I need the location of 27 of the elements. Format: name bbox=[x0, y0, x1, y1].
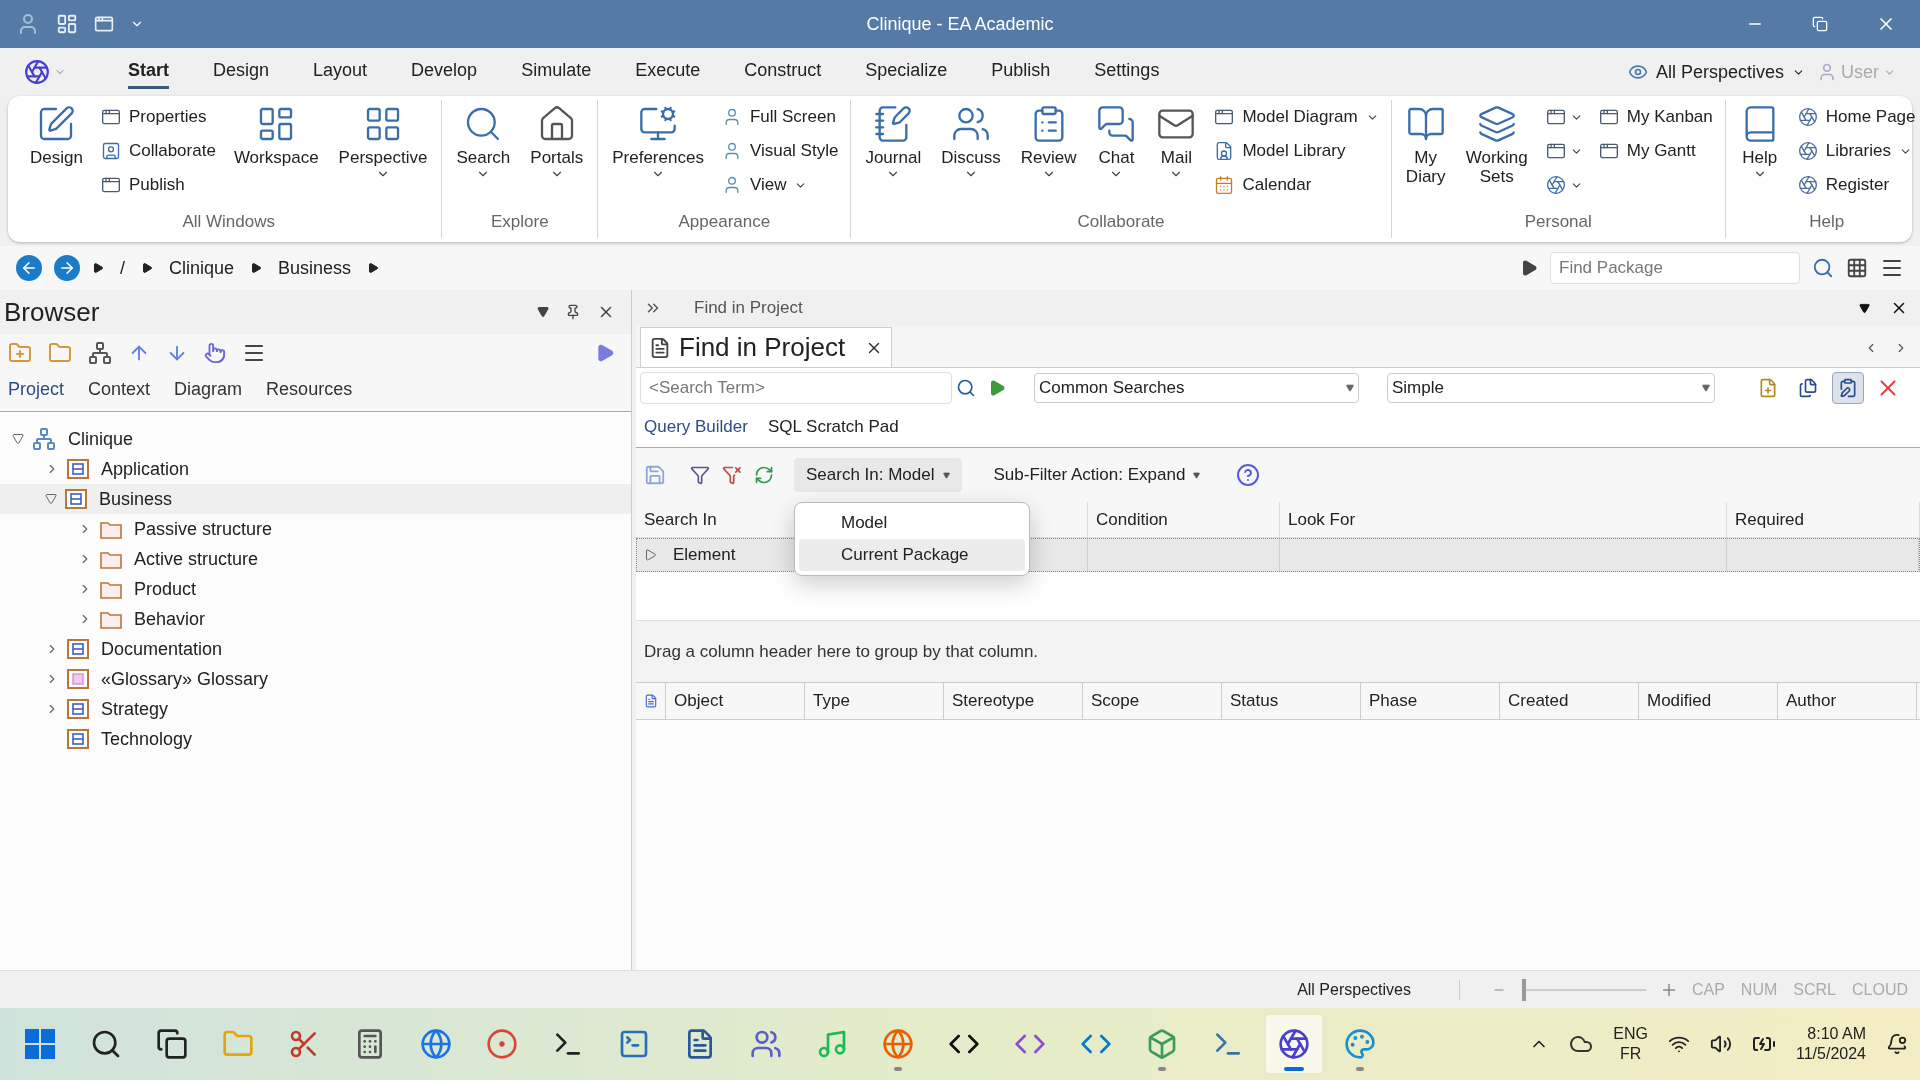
ribbon-group-label: Appearance bbox=[678, 210, 771, 233]
panel-title: Find in Project bbox=[694, 297, 803, 320]
status-indicator: CLOUD bbox=[1852, 979, 1908, 1000]
status-text: All Perspectives bbox=[1297, 979, 1411, 1000]
tree-item-label: Application bbox=[101, 457, 190, 481]
status-indicator: SCRL bbox=[1793, 979, 1836, 1000]
ribbon-group-label: Collaborate bbox=[1077, 210, 1165, 233]
ribbon-group-label: All Windows bbox=[182, 210, 275, 233]
tab-title: Find in Project bbox=[679, 331, 846, 364]
tree-item-label: Technology bbox=[101, 727, 193, 751]
tree-item-label: Product bbox=[134, 577, 197, 601]
panel-title: Browser bbox=[4, 295, 100, 329]
tree-item-label: Passive structure bbox=[134, 517, 273, 541]
ribbon-group-label: Help bbox=[1809, 210, 1845, 233]
tree-item-label: «Glossary» Glossary bbox=[101, 667, 269, 691]
window-title: Clinique - EA Academic bbox=[866, 12, 1054, 36]
group-hint: Drag a column header here to group by that column. bbox=[644, 640, 1039, 663]
tree-item-label: Active structure bbox=[134, 547, 259, 571]
ribbon-group-label: Explore bbox=[491, 210, 549, 233]
tree-item-label: Business bbox=[99, 487, 173, 511]
tree-item-label: Documentation bbox=[101, 637, 223, 661]
tree-item-label: Clinique bbox=[68, 427, 134, 451]
status-indicator: CAP bbox=[1691, 979, 1725, 1000]
status-indicator: NUM bbox=[1740, 979, 1778, 1000]
ribbon-group-label: Personal bbox=[1524, 210, 1592, 233]
tree-item-label: Behavior bbox=[134, 607, 206, 631]
tree-item-label: Strategy bbox=[101, 697, 169, 721]
